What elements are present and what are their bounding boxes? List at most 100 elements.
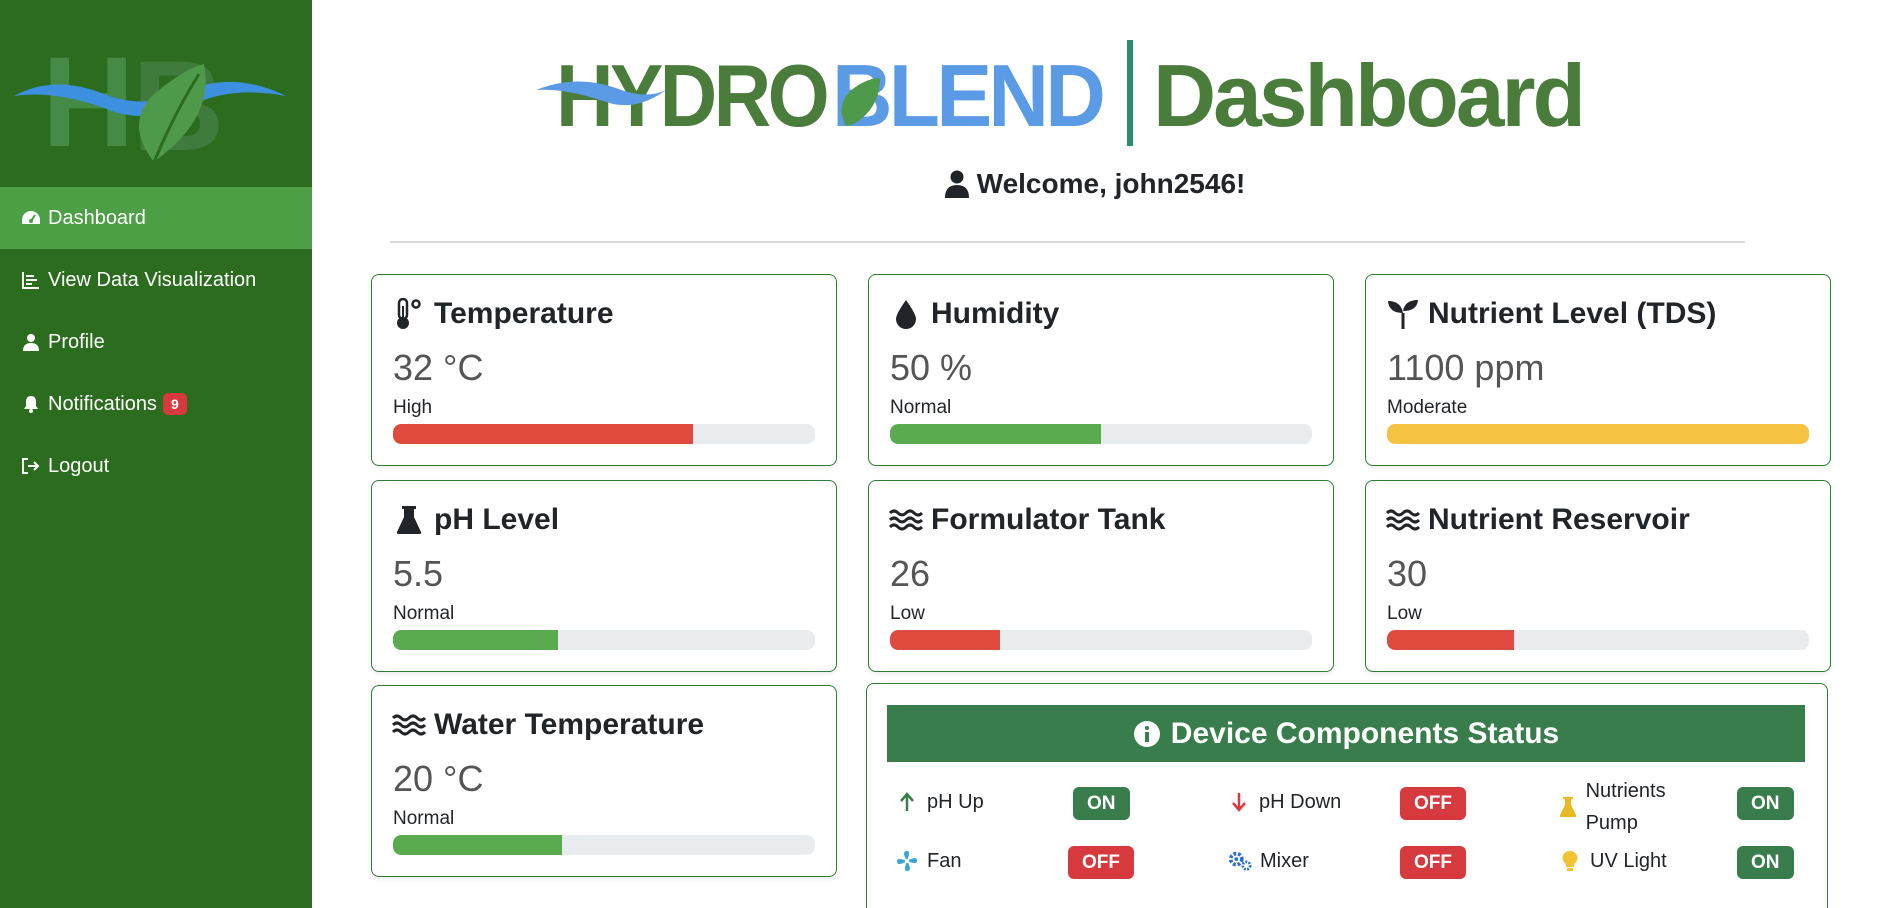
sidebar-item-label: Logout <box>48 454 110 477</box>
card-nutrient-reservoir: Nutrient Reservoir 30 Low <box>1365 480 1831 672</box>
bell-icon <box>20 393 42 415</box>
device-status-title: Device Components Status <box>1170 716 1560 750</box>
card-title: Formulator Tank <box>931 503 1166 536</box>
device-status-toggle-ph-down[interactable]: OFF <box>1400 787 1466 820</box>
gauge-icon <box>20 207 42 229</box>
sidebar-item-logout[interactable]: Logout <box>0 435 312 497</box>
progress-bar <box>1387 630 1809 650</box>
card-status: Moderate <box>1387 397 1468 418</box>
device-fan: Fan <box>895 849 961 873</box>
card-title: Temperature <box>434 297 614 330</box>
device-status-toggle-ph-up[interactable]: ON <box>1073 787 1130 820</box>
card-value: 32 °C <box>393 347 484 388</box>
card-value: 26 <box>890 553 931 594</box>
device-ph-up: pH Up <box>895 790 984 814</box>
water-icon <box>392 708 426 742</box>
welcome-message: Welcome, john2546! <box>390 168 1800 200</box>
card-title: Nutrient Level (TDS) <box>1428 297 1717 330</box>
progress-bar <box>1387 424 1809 444</box>
device-uv-light: UV Light <box>1558 849 1667 873</box>
water-icon <box>889 503 923 537</box>
progress-fill <box>890 630 1000 650</box>
seedling-icon <box>1386 297 1420 331</box>
user-icon <box>944 170 969 198</box>
device-label: UV Light <box>1590 849 1667 872</box>
sidebar-item-label: Dashboard <box>48 206 146 229</box>
sidebar-nav: Dashboard View Data Visualization Profil… <box>0 187 312 497</box>
hb-logo: H B <box>14 34 286 164</box>
card-status: High <box>393 397 433 418</box>
header-divider <box>390 241 1745 243</box>
card-title: Nutrient Reservoir <box>1428 503 1690 536</box>
card-water-temperature: Water Temperature 20 °C Normal <box>371 685 837 877</box>
card-temperature: Temperature 32 °C High <box>371 274 837 466</box>
card-status: Low <box>1387 603 1422 624</box>
sidebar-item-profile[interactable]: Profile <box>0 311 312 373</box>
device-label: Fan <box>927 849 962 872</box>
card-value: 50 % <box>890 347 973 388</box>
progress-bar <box>393 424 815 444</box>
card-nutrient-level: Nutrient Level (TDS) 1100 ppm Moderate <box>1365 274 1831 466</box>
card-status: Normal <box>890 397 952 418</box>
card-formulator-tank: Formulator Tank 26 Low <box>868 480 1334 672</box>
progress-bar <box>393 835 815 855</box>
brand-dashboard: Dashboard <box>1153 46 1583 145</box>
card-value: 1100 ppm <box>1387 347 1545 388</box>
card-status: Low <box>890 603 925 624</box>
device-label: pH Up <box>927 790 984 813</box>
card-title: Humidity <box>931 297 1060 330</box>
card-status: Normal <box>393 603 455 624</box>
progress-fill <box>890 424 1101 444</box>
sidebar-item-dashboard[interactable]: Dashboard <box>0 187 312 249</box>
brand-separator <box>1127 40 1133 146</box>
progress-fill <box>393 835 562 855</box>
card-humidity: Humidity 50 % Normal <box>868 274 1334 466</box>
flask-icon <box>392 503 426 537</box>
card-value: 20 °C <box>393 758 484 799</box>
sidebar-item-label: View Data Visualization <box>48 268 257 291</box>
device-status-toggle-nutrients-pump[interactable]: ON <box>1737 787 1794 820</box>
sidebar-item-notifications[interactable]: Notifications 9 <box>0 373 312 435</box>
card-value: 30 <box>1387 553 1428 594</box>
lightbulb-icon <box>1558 849 1582 873</box>
droplet-icon <box>889 297 923 331</box>
flask-icon <box>1558 795 1578 819</box>
progress-bar <box>393 630 815 650</box>
sidebar-item-label: Profile <box>48 330 105 353</box>
welcome-text: Welcome, john2546! <box>976 168 1246 199</box>
device-nutrients-pump: Nutrients Pump <box>1558 775 1698 839</box>
device-status-toggle-fan[interactable]: OFF <box>1068 846 1134 879</box>
sidebar-item-label: Notifications <box>48 392 157 415</box>
card-ph-level: pH Level 5.5 Normal <box>371 480 837 672</box>
notification-count-badge: 9 <box>162 393 187 415</box>
progress-bar <box>890 424 1312 444</box>
card-status: Normal <box>393 808 455 829</box>
thermometer-icon <box>392 297 426 331</box>
progress-fill <box>393 424 693 444</box>
arrow-down-icon <box>1227 790 1251 814</box>
card-title: pH Level <box>434 503 560 536</box>
chart-bars-icon <box>20 269 42 291</box>
gears-icon <box>1228 849 1252 873</box>
card-value: 5.5 <box>393 553 444 594</box>
sidebar: H B Dashboard View Data Visualization Pr… <box>0 0 312 908</box>
card-title: Water Temperature <box>434 708 705 741</box>
hydroblend-wordmark: HYDRO BLEND Dashboard <box>536 40 1586 146</box>
progress-fill <box>1387 424 1809 444</box>
device-status-header: Device Components Status <box>887 705 1805 762</box>
water-icon <box>1386 503 1420 537</box>
progress-fill <box>393 630 558 650</box>
sidebar-item-view-data-visualization[interactable]: View Data Visualization <box>0 249 312 311</box>
device-status-toggle-uv-light[interactable]: ON <box>1737 846 1794 879</box>
device-status-toggle-mixer[interactable]: OFF <box>1400 846 1466 879</box>
fan-icon <box>895 849 919 873</box>
progress-bar <box>890 630 1312 650</box>
device-mixer: Mixer <box>1228 849 1309 873</box>
arrow-up-icon <box>895 790 919 814</box>
device-status-panel: Device Components Status pH Up ON pH Dow… <box>866 683 1828 908</box>
progress-fill <box>1387 630 1514 650</box>
device-label: Nutrients Pump <box>1585 780 1666 834</box>
device-label: pH Down <box>1259 790 1342 813</box>
device-label: Mixer <box>1260 849 1309 872</box>
logout-icon <box>20 455 42 477</box>
